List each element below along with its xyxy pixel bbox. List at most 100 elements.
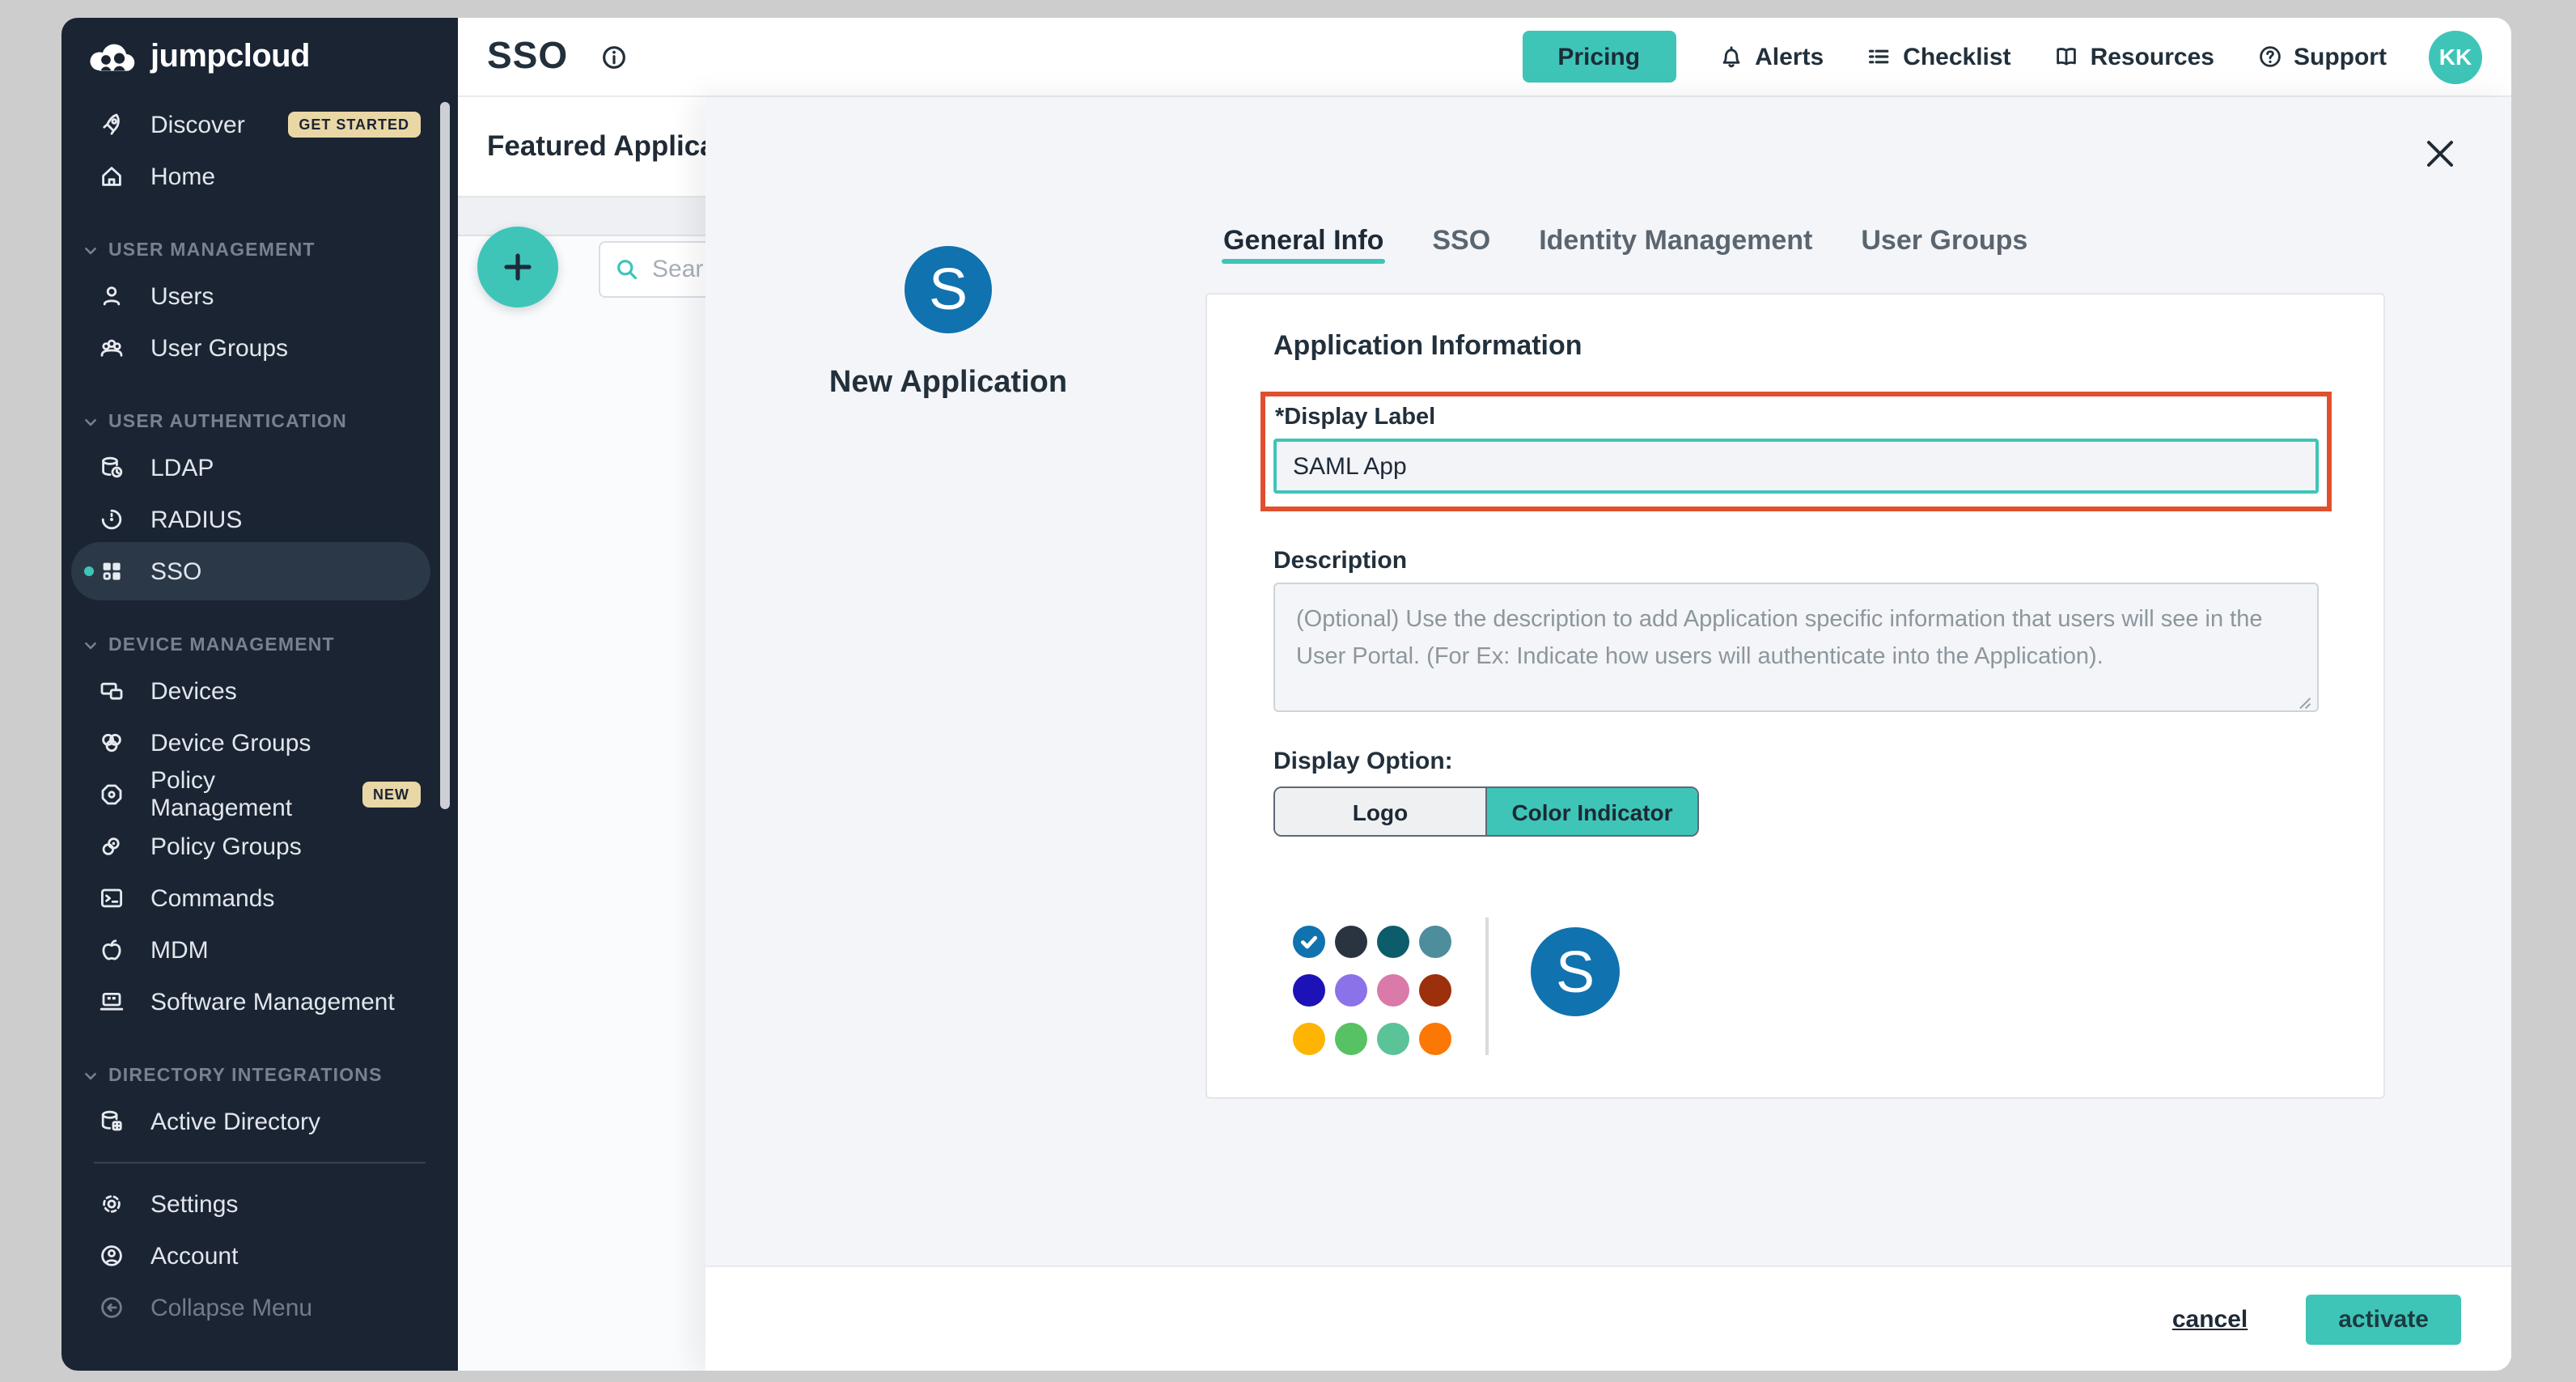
topbar-action-support[interactable]: Support	[2256, 43, 2387, 70]
user-groups-icon	[99, 335, 125, 361]
sidebar-item-label: SSO	[150, 557, 201, 585]
display-label-input[interactable]	[1273, 439, 2319, 494]
swatch-row	[1293, 926, 1451, 958]
sidebar-item-policy-management[interactable]: Policy ManagementNEW	[61, 769, 458, 820]
tab-general-info[interactable]: General Info	[1223, 223, 1383, 257]
sidebar-item-label: User Groups	[150, 334, 288, 362]
color-swatch-#57c263[interactable]	[1335, 1023, 1367, 1055]
color-swatch-#d97aa9[interactable]	[1377, 974, 1409, 1007]
sidebar-item-sso[interactable]: SSO	[61, 545, 458, 597]
sidebar-item-software-management[interactable]: Software Management	[61, 976, 458, 1028]
info-icon[interactable]	[600, 44, 628, 71]
tab-user-groups[interactable]: User Groups	[1861, 223, 2027, 257]
user-icon	[99, 283, 125, 309]
cancel-button[interactable]: cancel	[2172, 1305, 2248, 1333]
sidebar-item-ldap[interactable]: LDAP	[61, 442, 458, 494]
sidebar-item-label: Policy Management	[150, 767, 362, 822]
tab-identity-management[interactable]: Identity Management	[1539, 223, 1812, 257]
sidebar-section-label: USER AUTHENTICATION	[108, 413, 347, 432]
sidebar-item-mdm[interactable]: MDM	[61, 924, 458, 976]
sidebar-item-policy-groups[interactable]: Policy Groups	[61, 820, 458, 872]
ldap-database-icon	[99, 455, 125, 481]
topbar-action-alerts[interactable]: Alerts	[1718, 43, 1824, 70]
featured-applications-heading: Featured Applica	[487, 129, 716, 163]
sidebar-item-commands[interactable]: Commands	[61, 872, 458, 924]
sidebar-item-user-groups[interactable]: User Groups	[61, 322, 458, 374]
jumpcloud-logo: jumpcloud	[87, 39, 310, 76]
topbar-action-checklist[interactable]: Checklist	[1866, 43, 2010, 70]
display-option-toggle: Logo Color Indicator	[1273, 786, 1699, 837]
badge-get-started: GET STARTED	[287, 112, 421, 138]
sidebar-item-device-groups[interactable]: Device Groups	[61, 717, 458, 769]
color-swatch-#0d5c6b[interactable]	[1377, 926, 1409, 958]
sidebar-item-users[interactable]: Users	[61, 270, 458, 322]
sidebar-item-label: Settings	[150, 1190, 238, 1218]
color-swatch-#fb7805[interactable]	[1419, 1023, 1451, 1055]
chevron-down-icon	[83, 638, 99, 654]
sidebar-item-label: Policy Groups	[150, 833, 302, 860]
search-icon	[615, 257, 639, 282]
sidebar-item-account[interactable]: Account	[61, 1230, 458, 1282]
screenshot-stage: jumpcloud Discover GET STARTED Home USER MA…	[0, 0, 2576, 1382]
description-textarea[interactable]: (Optional) Use the description to add Ap…	[1273, 583, 2319, 712]
topbar-actions: Pricing Alerts Checklist Resources Support KK	[1522, 18, 2482, 95]
topbar-action-label: Checklist	[1903, 43, 2010, 70]
color-swatch-#1072ae[interactable]	[1293, 926, 1325, 958]
color-swatch-#9c2f0c[interactable]	[1419, 974, 1451, 1007]
display-label-label: *Display Label	[1275, 405, 1435, 430]
terminal-icon	[99, 885, 125, 911]
topbar-action-label: Alerts	[1755, 43, 1824, 70]
sidebar-divider	[94, 1162, 426, 1164]
color-swatch-#2a3440[interactable]	[1335, 926, 1367, 958]
sidebar-section-user-management[interactable]: USER MANAGEMENT	[61, 231, 458, 270]
sidebar-item-label: Devices	[150, 677, 237, 705]
sidebar-item-active-directory[interactable]: Active Directory	[61, 1096, 458, 1147]
sidebar-item-devices[interactable]: Devices	[61, 665, 458, 717]
color-swatch-#fdb402[interactable]	[1293, 1023, 1325, 1055]
color-swatch-#8b72e9[interactable]	[1335, 974, 1367, 1007]
sidebar-item-home[interactable]: Home	[61, 150, 458, 202]
tab-sso[interactable]: SSO	[1432, 223, 1490, 257]
sidebar-item-label: Home	[150, 163, 215, 190]
sidebar-item-collapse-menu[interactable]: Collapse Menu	[61, 1282, 458, 1333]
sidebar-item-label: Users	[150, 282, 214, 310]
sidebar-item-label: Collapse Menu	[150, 1294, 312, 1321]
description-label: Description	[1273, 547, 1407, 574]
devices-icon	[99, 678, 125, 704]
color-swatch-#1c12b8[interactable]	[1293, 974, 1325, 1007]
sidebar-item-label: MDM	[150, 936, 209, 964]
app-avatar: S	[905, 246, 992, 333]
sidebar-section-user-authentication[interactable]: USER AUTHENTICATION	[61, 403, 458, 442]
question-icon	[2256, 44, 2282, 70]
sidebar-section-label: USER MANAGEMENT	[108, 241, 316, 261]
app-initial: S	[929, 256, 968, 324]
preview-initial: S	[1556, 938, 1595, 1006]
topbar-action-resources[interactable]: Resources	[2053, 43, 2214, 70]
color-swatch-#4d8d9c[interactable]	[1419, 926, 1451, 958]
checklist-icon	[1866, 44, 1892, 70]
sidebar-scrollbar[interactable]	[440, 102, 450, 809]
sidebar-item-label: Device Groups	[150, 729, 311, 757]
resize-handle-icon[interactable]	[2296, 689, 2312, 706]
sidebar-nav: Discover GET STARTED Home USER MANAGEMENT Us…	[61, 99, 458, 1333]
sidebar-section-device-management[interactable]: DEVICE MANAGEMENT	[61, 626, 458, 665]
sidebar-section-directory-integrations[interactable]: DIRECTORY INTEGRATIONS	[61, 1057, 458, 1096]
activate-button[interactable]: activate	[2306, 1294, 2461, 1344]
rocket-icon	[99, 112, 125, 138]
pricing-button[interactable]: Pricing	[1522, 31, 1676, 83]
sidebar-item-radius[interactable]: RADIUS	[61, 494, 458, 545]
sidebar-item-settings[interactable]: Settings	[61, 1178, 458, 1230]
display-option-color-indicator[interactable]: Color Indicator	[1485, 788, 1697, 835]
close-icon[interactable]	[2422, 136, 2458, 172]
sidebar-item-label: Discover	[150, 111, 245, 138]
description-placeholder: (Optional) Use the description to add Ap…	[1296, 602, 2296, 678]
user-avatar[interactable]: KK	[2429, 30, 2482, 83]
display-option-logo[interactable]: Logo	[1275, 788, 1485, 835]
home-icon	[99, 163, 125, 189]
color-swatch-#5ac397[interactable]	[1377, 1023, 1409, 1055]
add-application-button[interactable]	[477, 227, 558, 307]
sidebar-section-label: DIRECTORY INTEGRATIONS	[108, 1066, 383, 1086]
sidebar-item-discover[interactable]: Discover GET STARTED	[61, 99, 458, 150]
bell-icon	[1718, 44, 1743, 70]
swatch-row	[1293, 974, 1451, 1007]
